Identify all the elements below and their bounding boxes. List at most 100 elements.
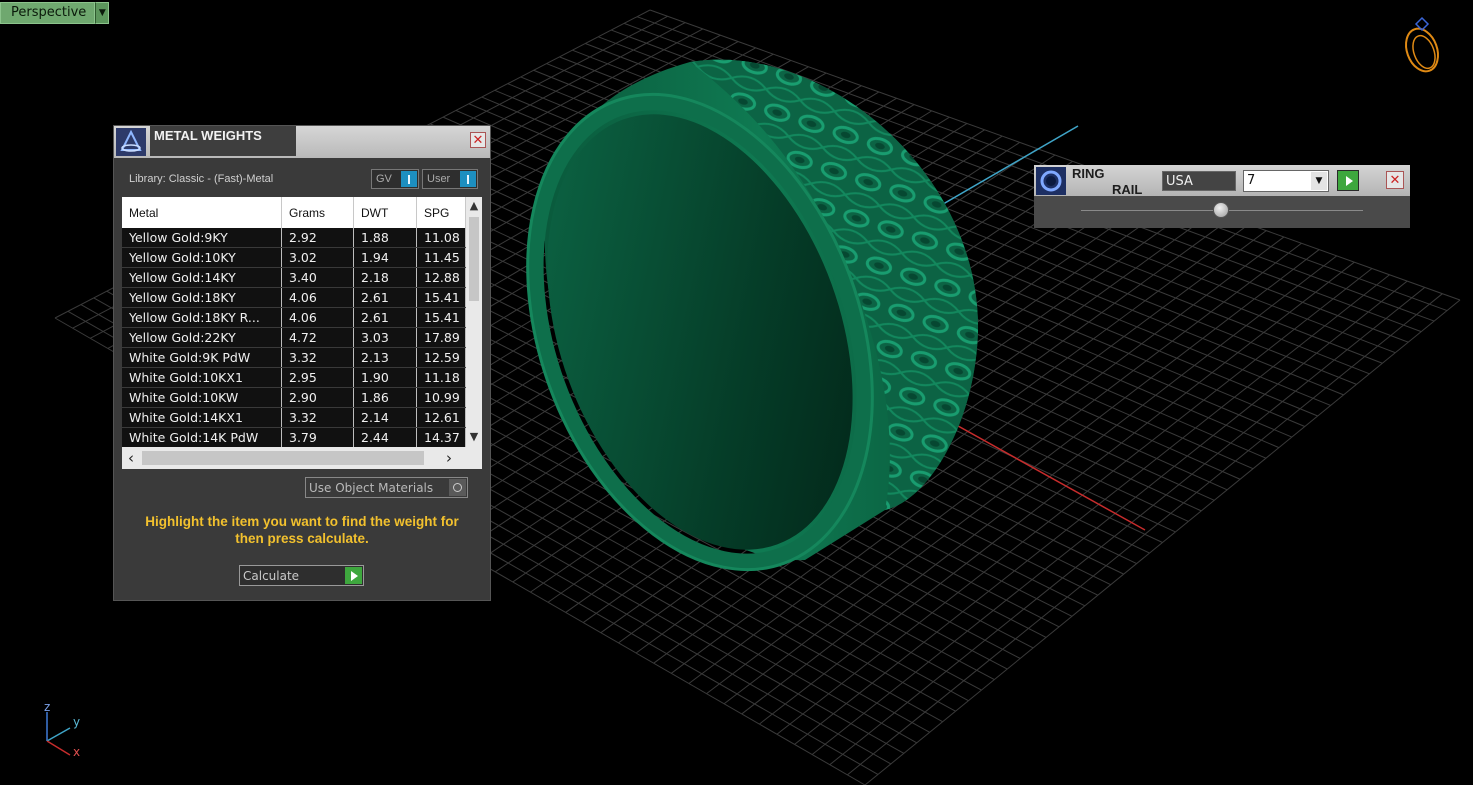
ring-rail-title-1: RING bbox=[1072, 166, 1105, 181]
table-cell: Yellow Gold:22KY bbox=[122, 328, 282, 347]
table-cell: 17.89 bbox=[417, 328, 466, 347]
column-header-spg[interactable]: SPG bbox=[417, 197, 466, 228]
table-row[interactable]: Yellow Gold:14KY 3.40 2.18 12.88 bbox=[122, 268, 466, 288]
ring-rail-panel: RING RAIL USA 7 ▼ ✕ bbox=[1034, 165, 1410, 228]
table-cell: 1.94 bbox=[354, 248, 417, 267]
axis-label-x: x bbox=[73, 745, 81, 759]
viewport-label[interactable]: Perspective ▼ bbox=[0, 2, 110, 24]
table-row[interactable]: Yellow Gold:10KY 3.02 1.94 11.45 bbox=[122, 248, 466, 268]
table-row[interactable]: White Gold:14KX1 3.32 2.14 12.61 bbox=[122, 408, 466, 428]
column-header-metal[interactable]: Metal bbox=[122, 197, 282, 228]
metal-table[interactable]: Metal Grams DWT SPG Yellow Gold:9KY 2.92 1… bbox=[122, 197, 482, 469]
size-slider-thumb[interactable] bbox=[1213, 202, 1229, 218]
ring-rail-logo-icon bbox=[1036, 167, 1066, 195]
table-cell: 1.88 bbox=[354, 228, 417, 247]
table-cell: Yellow Gold:18KY R... bbox=[122, 308, 282, 327]
table-cell: 15.41 bbox=[417, 308, 466, 327]
ring-rail-toolbar: RING RAIL USA 7 ▼ ✕ bbox=[1034, 165, 1410, 197]
table-cell: 1.86 bbox=[354, 388, 417, 407]
table-cell: 3.02 bbox=[282, 248, 354, 267]
chevron-down-icon[interactable]: ▼ bbox=[1311, 172, 1327, 190]
size-standard-select[interactable]: USA bbox=[1162, 171, 1236, 191]
axis-label-z: z bbox=[44, 700, 51, 714]
table-cell: White Gold:10KX1 bbox=[122, 368, 282, 387]
instruction-text: Highlight the item you want to find the … bbox=[145, 514, 459, 546]
user-toggle[interactable]: User bbox=[422, 169, 478, 189]
scroll-up-icon[interactable]: ▲ bbox=[466, 198, 482, 214]
table-row[interactable]: White Gold:10KW 2.90 1.86 10.99 bbox=[122, 388, 466, 408]
table-cell: 4.72 bbox=[282, 328, 354, 347]
horizontal-scrollbar[interactable]: ‹ › bbox=[122, 447, 482, 469]
table-cell: 2.14 bbox=[354, 408, 417, 427]
table-cell: 2.18 bbox=[354, 268, 417, 287]
table-cell: White Gold:14KX1 bbox=[122, 408, 282, 427]
scroll-thumb[interactable] bbox=[142, 451, 424, 465]
table-cell: 11.45 bbox=[417, 248, 466, 267]
panel-title: METAL WEIGHTS bbox=[150, 126, 296, 156]
table-header: Metal Grams DWT SPG bbox=[122, 197, 466, 228]
library-label: Library: Classic - (Fast)-Metal bbox=[129, 173, 274, 185]
column-header-dwt[interactable]: DWT bbox=[354, 197, 417, 228]
close-button[interactable]: ✕ bbox=[1386, 171, 1404, 189]
viewport-menu-button[interactable]: ▼ bbox=[95, 2, 110, 24]
table-row[interactable]: White Gold:9K PdW 3.32 2.13 12.59 bbox=[122, 348, 466, 368]
axis-label-y: y bbox=[73, 715, 81, 729]
ring-size-value: 7 bbox=[1247, 173, 1256, 188]
play-icon bbox=[345, 567, 362, 584]
ring-navigation-icon[interactable] bbox=[1400, 16, 1443, 76]
table-cell: 3.79 bbox=[282, 428, 354, 447]
table-cell: 12.61 bbox=[417, 408, 466, 427]
table-cell: 2.92 bbox=[282, 228, 354, 247]
table-cell: 2.44 bbox=[354, 428, 417, 447]
table-row[interactable]: Yellow Gold:22KY 4.72 3.03 17.89 bbox=[122, 328, 466, 348]
table-cell: 12.59 bbox=[417, 348, 466, 367]
play-icon bbox=[1345, 175, 1353, 186]
table-cell: White Gold:9K PdW bbox=[122, 348, 282, 367]
table-cell: 4.06 bbox=[282, 288, 354, 307]
vertical-scrollbar[interactable]: ▲ ▼ bbox=[466, 197, 482, 447]
ring-size-select[interactable]: 7 ▼ bbox=[1243, 170, 1329, 192]
table-cell: 10.99 bbox=[417, 388, 466, 407]
table-cell: 2.13 bbox=[354, 348, 417, 367]
toggle-off-icon bbox=[449, 479, 466, 496]
table-body: Yellow Gold:9KY 2.92 1.88 11.08 Yellow Gold:… bbox=[122, 228, 466, 448]
table-cell: 11.18 bbox=[417, 368, 466, 387]
scroll-thumb[interactable] bbox=[469, 217, 479, 301]
table-cell: 3.32 bbox=[282, 408, 354, 427]
table-cell: Yellow Gold:10KY bbox=[122, 248, 282, 267]
scroll-down-icon[interactable]: ▼ bbox=[466, 429, 482, 445]
table-row[interactable]: Yellow Gold:9KY 2.92 1.88 11.08 bbox=[122, 228, 466, 248]
calculate-button[interactable]: Calculate bbox=[239, 565, 364, 586]
table-cell: Yellow Gold:18KY bbox=[122, 288, 282, 307]
table-cell: 3.32 bbox=[282, 348, 354, 367]
close-button[interactable]: ✕ bbox=[470, 132, 486, 148]
table-cell: 12.88 bbox=[417, 268, 466, 287]
user-toggle-label: User bbox=[427, 173, 451, 185]
scroll-left-icon[interactable]: ‹ bbox=[128, 449, 134, 467]
table-cell: 2.95 bbox=[282, 368, 354, 387]
table-cell: Yellow Gold:14KY bbox=[122, 268, 282, 287]
table-cell: White Gold:10KW bbox=[122, 388, 282, 407]
scroll-right-icon[interactable]: › bbox=[446, 449, 452, 467]
column-header-grams[interactable]: Grams bbox=[282, 197, 354, 228]
calculate-label: Calculate bbox=[243, 569, 300, 583]
table-row[interactable]: Yellow Gold:18KY R... 4.06 2.61 15.41 bbox=[122, 308, 466, 328]
table-cell: 3.03 bbox=[354, 328, 417, 347]
app-logo-icon bbox=[116, 128, 146, 156]
chevron-down-icon: ▼ bbox=[98, 7, 106, 18]
table-row[interactable]: White Gold:14K PdW 3.79 2.44 14.37 bbox=[122, 428, 466, 448]
toggle-on-icon bbox=[401, 171, 417, 187]
apply-size-button[interactable] bbox=[1337, 170, 1359, 191]
table-cell: Yellow Gold:9KY bbox=[122, 228, 282, 247]
gv-toggle[interactable]: GV bbox=[371, 169, 419, 189]
table-cell: 3.40 bbox=[282, 268, 354, 287]
table-cell: 15.41 bbox=[417, 288, 466, 307]
table-cell: White Gold:14K PdW bbox=[122, 428, 282, 447]
ring-rail-title-2: RAIL bbox=[1112, 182, 1143, 197]
table-row[interactable]: White Gold:10KX1 2.95 1.90 11.18 bbox=[122, 368, 466, 388]
panel-titlebar[interactable]: METAL WEIGHTS ✕ bbox=[114, 126, 490, 158]
table-cell: 2.61 bbox=[354, 308, 417, 327]
use-object-materials-label: Use Object Materials bbox=[309, 481, 434, 495]
table-row[interactable]: Yellow Gold:18KY 4.06 2.61 15.41 bbox=[122, 288, 466, 308]
use-object-materials-toggle[interactable]: Use Object Materials bbox=[305, 477, 468, 498]
